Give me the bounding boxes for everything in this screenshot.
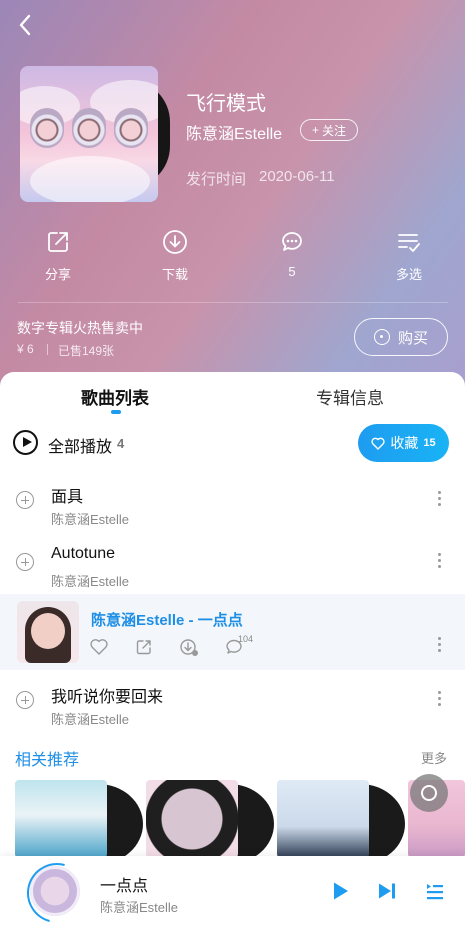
comment-icon: [282, 232, 302, 251]
tab-indicator: [111, 410, 121, 414]
share-icon: [136, 640, 151, 655]
recommend-album-card[interactable]: [15, 780, 143, 864]
player-song-title[interactable]: 一点点: [100, 872, 148, 896]
buy-label: 购买: [397, 329, 428, 347]
recommend-title: 相关推荐: [15, 752, 80, 769]
share-label: 分享: [44, 267, 71, 282]
comment-count-label: 5: [288, 264, 296, 279]
follow-button[interactable]: + 关注: [300, 119, 358, 141]
more-options-icon[interactable]: [436, 553, 442, 571]
follow-label: 关注: [322, 123, 347, 138]
multi-select-button[interactable]: 多选: [374, 228, 444, 283]
add-song-icon[interactable]: [16, 553, 34, 571]
tab-album-info[interactable]: 专辑信息: [316, 384, 384, 409]
download-label: 下载: [161, 267, 188, 282]
recommend-album-card[interactable]: [146, 780, 274, 864]
player-song-artist: 陈意涵Estelle: [100, 900, 179, 915]
heart-icon: [90, 639, 108, 655]
collect-count: 15: [423, 437, 436, 449]
back-button[interactable]: [12, 10, 42, 40]
locate-playing-button[interactable]: [410, 774, 448, 812]
playlist-button[interactable]: [423, 880, 445, 902]
more-options-icon[interactable]: [436, 637, 442, 655]
chevron-left-icon: [19, 14, 31, 36]
share-button[interactable]: 分享: [23, 228, 93, 283]
play-all-label[interactable]: 全部播放: [48, 433, 112, 457]
playlist-icon: [427, 884, 443, 900]
skip-next-icon: [379, 883, 395, 899]
add-song-icon[interactable]: [16, 691, 34, 709]
song-artist: 陈意涵Estelle: [51, 712, 130, 727]
download-song-button[interactable]: [179, 637, 199, 657]
comment-button[interactable]: 5: [257, 228, 327, 279]
multi-select-icon: [398, 234, 420, 252]
plus-icon: +: [311, 123, 319, 137]
collect-button[interactable]: 收藏 15: [358, 424, 449, 462]
play-icon: [334, 882, 348, 900]
promo-price: ¥ 6: [17, 342, 34, 356]
recommend-more-link[interactable]: 更多: [421, 748, 447, 767]
release-label: 发行时间: [186, 171, 247, 188]
song-artist: 陈意涵Estelle: [51, 512, 130, 527]
divider: [18, 302, 448, 303]
player-album-art[interactable]: [30, 866, 80, 916]
release-date: 2020-06-11: [259, 168, 335, 185]
play-button[interactable]: [329, 880, 351, 902]
song-artist: 陈意涵Estelle: [51, 574, 130, 589]
album-artist[interactable]: 陈意涵Estelle: [186, 120, 282, 144]
tab-song-list[interactable]: 歌曲列表: [81, 384, 149, 409]
share-icon: [48, 232, 68, 252]
collect-label: 收藏: [390, 435, 419, 451]
play-all-count: 4: [117, 436, 125, 451]
like-button[interactable]: [89, 637, 109, 657]
play-all-icon[interactable]: [13, 430, 38, 455]
promo-separator: [47, 344, 48, 355]
buy-button[interactable]: 购买: [354, 318, 448, 356]
more-options-icon[interactable]: [436, 691, 442, 709]
add-song-icon[interactable]: [16, 491, 34, 509]
disc-icon: [373, 329, 390, 345]
promo-sold-count: 已售149张: [58, 344, 115, 358]
song-title[interactable]: 面具: [51, 483, 83, 507]
song-title[interactable]: Autotune: [51, 545, 115, 563]
multi-select-label: 多选: [395, 267, 422, 282]
album-cover[interactable]: [20, 66, 158, 202]
download-button[interactable]: 下载: [140, 228, 210, 283]
promo-title: 数字专辑火热售卖中: [17, 320, 143, 336]
recommend-album-card[interactable]: [277, 780, 405, 864]
download-icon: [180, 639, 198, 656]
playing-song-title[interactable]: 陈意涵Estelle - 一点点: [91, 609, 243, 630]
song-title[interactable]: 我听说你要回来: [51, 683, 163, 707]
more-options-icon[interactable]: [436, 491, 442, 509]
share-song-button[interactable]: [134, 637, 154, 657]
album-title: 飞行模式: [186, 93, 266, 115]
song-comment-count: 104: [238, 634, 254, 644]
next-button[interactable]: [376, 880, 398, 902]
song-thumbnail[interactable]: [17, 601, 79, 663]
download-icon: [163, 230, 187, 254]
heart-icon: [371, 437, 385, 450]
